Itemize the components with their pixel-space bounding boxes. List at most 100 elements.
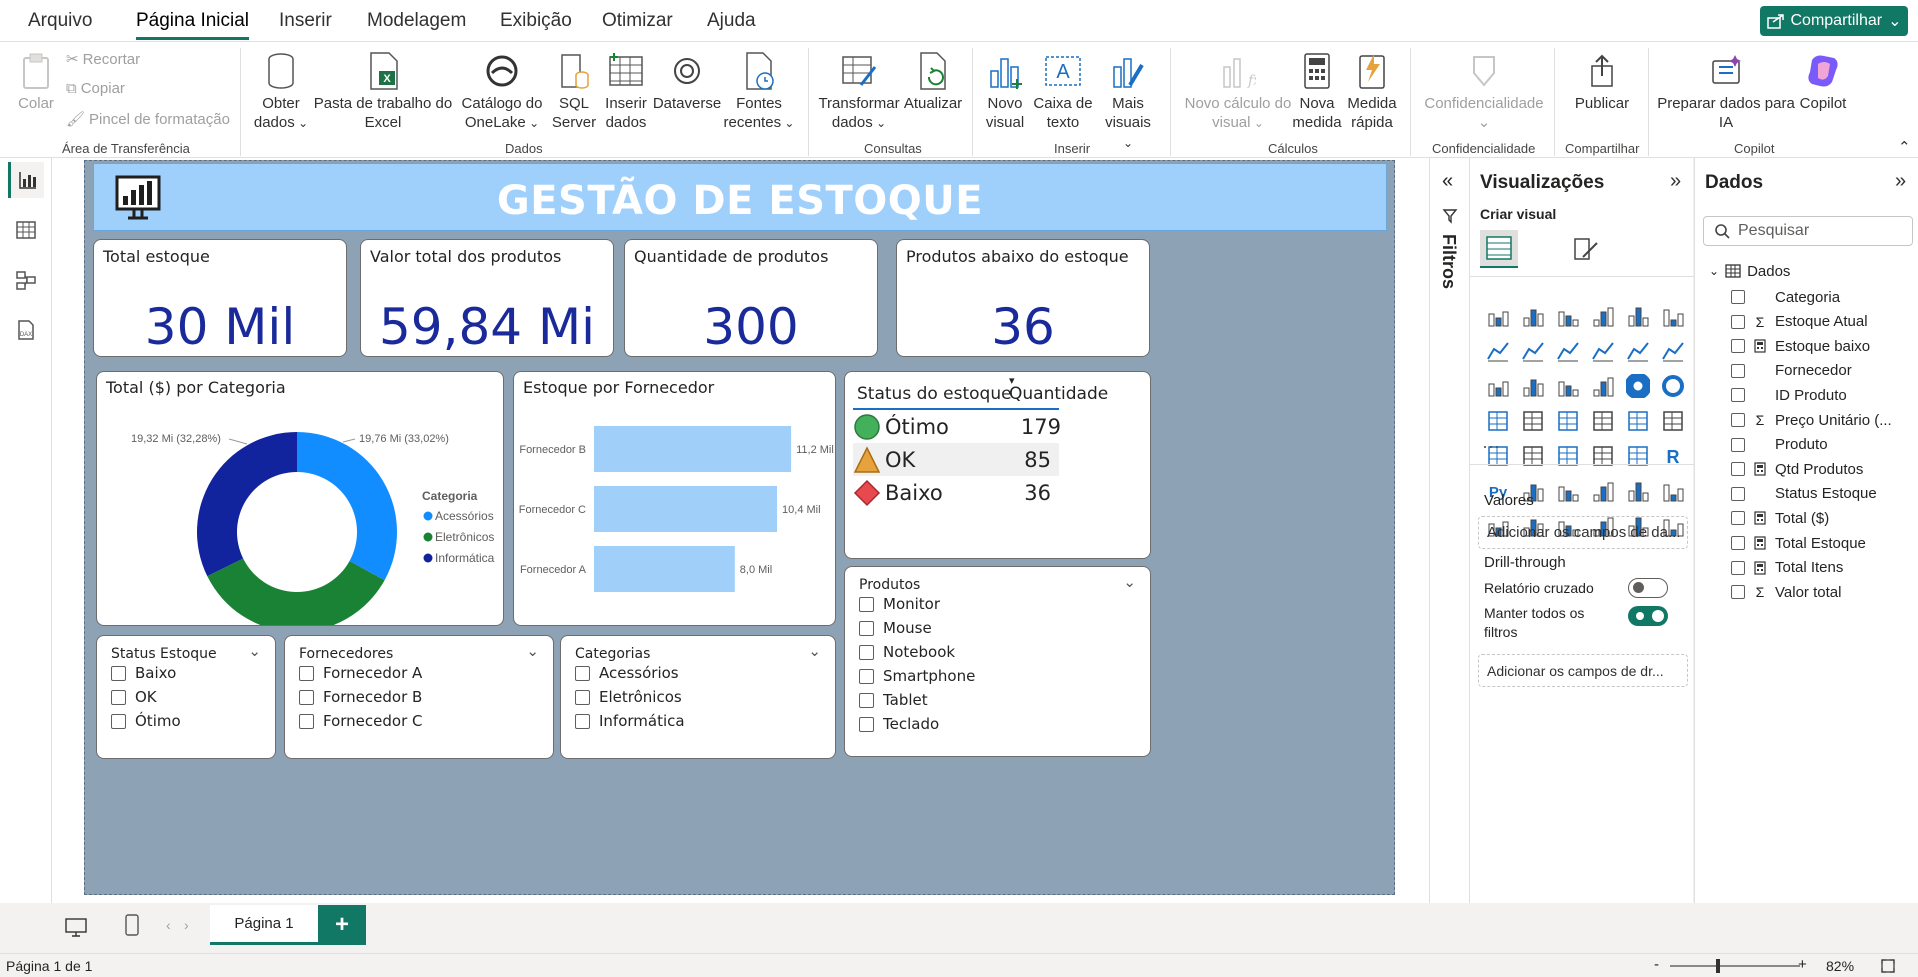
excel-workbook-button[interactable]: X Pasta de trabalho do Excel xyxy=(312,48,454,132)
kpi-card-low-stock[interactable]: Produtos abaixo do estoque 36 xyxy=(896,239,1150,357)
search-input[interactable]: Pesquisar xyxy=(1703,216,1913,246)
donut-chart-card[interactable]: Total ($) por Categoria 19,76 Mi (33,02%… xyxy=(96,371,504,626)
table-view-icon[interactable] xyxy=(8,212,44,248)
slicer-option[interactable]: Fornecedor C xyxy=(299,712,423,730)
mobile-layout-icon[interactable] xyxy=(124,913,140,937)
checkbox[interactable] xyxy=(299,689,314,705)
slicer-option[interactable]: Monitor xyxy=(859,595,940,613)
legend-item[interactable]: Informática xyxy=(435,551,495,565)
sensitivity-button[interactable]: Confidencialidade ⌄ xyxy=(1418,48,1550,132)
field-estoque-baixo[interactable]: Estoque baixo xyxy=(1731,335,1870,357)
menu-optimize[interactable]: Otimizar xyxy=(602,10,673,32)
copilot-button[interactable]: Copilot xyxy=(1794,48,1852,113)
new-visual-button[interactable]: Novo visual xyxy=(982,48,1028,132)
line-chart-icon[interactable] xyxy=(1480,333,1515,368)
kpi-icon[interactable] xyxy=(1515,438,1550,473)
100-bar-icon[interactable] xyxy=(1620,298,1655,333)
clustered-column-icon[interactable] xyxy=(1585,298,1620,333)
new-visual-calc-button[interactable]: fx Novo cálculo do visual xyxy=(1176,48,1300,133)
refresh-button[interactable]: Atualizar xyxy=(900,48,966,113)
slicer-option[interactable]: Teclado xyxy=(859,715,939,733)
card-icon[interactable] xyxy=(1655,403,1690,438)
slicer-option[interactable]: Notebook xyxy=(859,643,955,661)
cut-button[interactable]: ✂ Recortar xyxy=(66,50,140,69)
format-painter-button[interactable]: 🖌 Pincel de formatação xyxy=(66,110,230,129)
format-visual-tab[interactable] xyxy=(1566,230,1604,268)
menu-help[interactable]: Ajuda xyxy=(707,10,756,32)
bar-fornecedor-a[interactable] xyxy=(594,546,735,592)
dax-query-view-icon[interactable]: DAX xyxy=(8,312,44,348)
field-estoque-atual[interactable]: Σ Estoque Atual xyxy=(1731,311,1868,333)
narrative-icon[interactable] xyxy=(1620,473,1655,508)
donut-slice-informática[interactable] xyxy=(196,432,297,577)
prepare-data-ai-button[interactable]: Preparar dados para IA xyxy=(1656,48,1796,132)
checkbox[interactable] xyxy=(299,713,314,729)
prev-page-icon[interactable]: ‹ xyxy=(166,917,171,933)
chevron-down-icon[interactable]: ⌄ xyxy=(1123,573,1136,591)
checkbox[interactable] xyxy=(575,713,590,729)
table-row[interactable]: OK 85 xyxy=(853,443,1059,476)
slicer-option[interactable]: Informática xyxy=(575,712,685,730)
matrix-icon[interactable] xyxy=(1620,438,1655,473)
table-icon[interactable] xyxy=(1585,438,1620,473)
zoom-out-icon[interactable]: - xyxy=(1654,956,1659,973)
fit-to-page-icon[interactable] xyxy=(1880,958,1896,974)
slicer-suppliers[interactable]: Fornecedores ⌄ Fornecedor A Fornecedor B… xyxy=(284,635,554,759)
build-visual-tab[interactable] xyxy=(1480,230,1518,268)
legend-item[interactable]: Acessórios xyxy=(435,509,494,523)
donut-slice-eletrônicos[interactable] xyxy=(207,558,385,625)
add-page-button[interactable]: + xyxy=(318,905,366,945)
slicer-option[interactable]: Eletrônicos xyxy=(575,688,682,706)
100-column-icon[interactable] xyxy=(1655,298,1690,333)
checkbox[interactable] xyxy=(1731,363,1745,378)
checkbox[interactable] xyxy=(859,596,874,612)
enter-data-button[interactable]: Inserir dados xyxy=(600,48,652,132)
field-pre-o-unit-rio[interactable]: Σ Preço Unitário (... xyxy=(1731,409,1892,431)
more-visuals-ellipsis[interactable]: ··· xyxy=(1482,436,1500,457)
legend-item[interactable]: Eletrônicos xyxy=(435,530,494,544)
checkbox[interactable] xyxy=(111,689,126,705)
checkbox[interactable] xyxy=(1731,290,1745,304)
paste-button[interactable]: Colar xyxy=(14,48,58,113)
onelake-catalog-button[interactable]: Catálogo do OneLake xyxy=(454,48,550,133)
expand-left-icon[interactable]: « xyxy=(1442,170,1453,193)
checkbox[interactable] xyxy=(111,713,126,729)
checkbox[interactable] xyxy=(299,665,314,681)
checkbox[interactable] xyxy=(1731,486,1745,501)
checkbox[interactable] xyxy=(1731,560,1745,575)
field-total-estoque[interactable]: Total Estoque xyxy=(1731,532,1866,554)
slicer-icon[interactable] xyxy=(1550,438,1585,473)
kpi-card-product-count[interactable]: Quantidade de produtos 300 xyxy=(624,239,878,357)
chevron-down-icon[interactable]: ⌄ xyxy=(808,642,821,660)
field-total-itens[interactable]: Total Itens xyxy=(1731,557,1843,579)
stacked-bar-icon[interactable] xyxy=(1480,298,1515,333)
slicer-stock-status[interactable]: Status Estoque ⌄ Baixo OK Ótimo xyxy=(96,635,276,759)
zoom-in-icon[interactable]: + xyxy=(1798,956,1807,973)
chevron-down-icon[interactable]: ⌄ xyxy=(526,642,539,660)
report-view-icon[interactable] xyxy=(8,162,44,198)
r-visual-icon[interactable]: R xyxy=(1655,438,1690,473)
collapse-right-icon[interactable]: » xyxy=(1895,170,1906,193)
clustered-bar-icon[interactable] xyxy=(1550,298,1585,333)
azure-map-icon[interactable] xyxy=(1585,403,1620,438)
field-produto[interactable]: Produto xyxy=(1731,434,1828,456)
checkbox[interactable] xyxy=(1731,462,1745,477)
keep-filters-toggle[interactable] xyxy=(1628,606,1668,626)
scatter-icon[interactable] xyxy=(1585,368,1620,403)
funnel-icon[interactable] xyxy=(1550,368,1585,403)
donut-icon[interactable] xyxy=(1655,368,1690,403)
desktop-layout-icon[interactable] xyxy=(64,917,88,937)
donut-slice-acessórios[interactable] xyxy=(297,432,398,581)
checkbox[interactable] xyxy=(1731,339,1745,354)
checkbox[interactable] xyxy=(575,665,590,681)
ribbon-chart-icon[interactable] xyxy=(1480,368,1515,403)
checkbox[interactable] xyxy=(1731,413,1745,427)
more-visuals-button[interactable]: Mais visuais xyxy=(1100,48,1156,153)
chevron-down-icon[interactable]: ⌄ xyxy=(248,642,261,660)
line-clustered-icon[interactable] xyxy=(1655,333,1690,368)
menu-insert[interactable]: Inserir xyxy=(279,10,332,32)
gauge-icon[interactable] xyxy=(1620,403,1655,438)
zoom-slider-thumb[interactable] xyxy=(1716,959,1720,973)
field-total[interactable]: Total ($) xyxy=(1731,507,1829,529)
area-chart-icon[interactable] xyxy=(1515,333,1550,368)
